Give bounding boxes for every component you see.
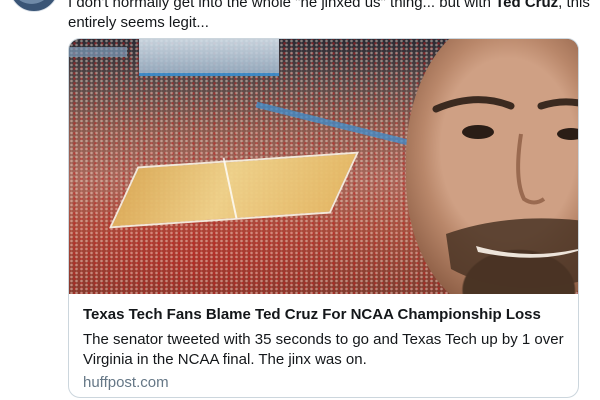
card-domain: huffpost.com xyxy=(83,374,169,391)
link-card[interactable]: Texas Tech Fans Blame Ted Cruz For NCAA … xyxy=(68,38,579,398)
face-features-icon xyxy=(432,96,578,288)
tweet-text-line-1-post: , this xyxy=(558,0,590,11)
mentioned-name: Ted Cruz xyxy=(495,0,559,11)
selfie-face xyxy=(406,39,578,294)
tweet-text: I don't normally get into the whole "he … xyxy=(68,0,590,33)
tweet-text-line-1-pre: I don't normally get into the whole "he … xyxy=(68,0,496,11)
card-description-line-1: The senator tweeted with 35 seconds to g… xyxy=(83,331,564,348)
card-description-line-2: Virginia in the NCAA final. The jinx was… xyxy=(83,351,367,368)
tweet-text-line-1: I don't normally get into the whole "he … xyxy=(68,0,590,13)
user-avatar[interactable] xyxy=(9,0,59,12)
card-body[interactable]: Texas Tech Fans Blame Ted Cruz For NCAA … xyxy=(69,294,578,397)
card-description: The senator tweeted with 35 seconds to g… xyxy=(83,330,569,370)
card-image[interactable] xyxy=(69,39,578,294)
tweet-text-line-2: entirely seems legit... xyxy=(68,14,209,31)
card-title[interactable]: Texas Tech Fans Blame Ted Cruz For NCAA … xyxy=(83,306,541,323)
scoreboard xyxy=(139,39,279,76)
arena-banner xyxy=(69,47,127,57)
